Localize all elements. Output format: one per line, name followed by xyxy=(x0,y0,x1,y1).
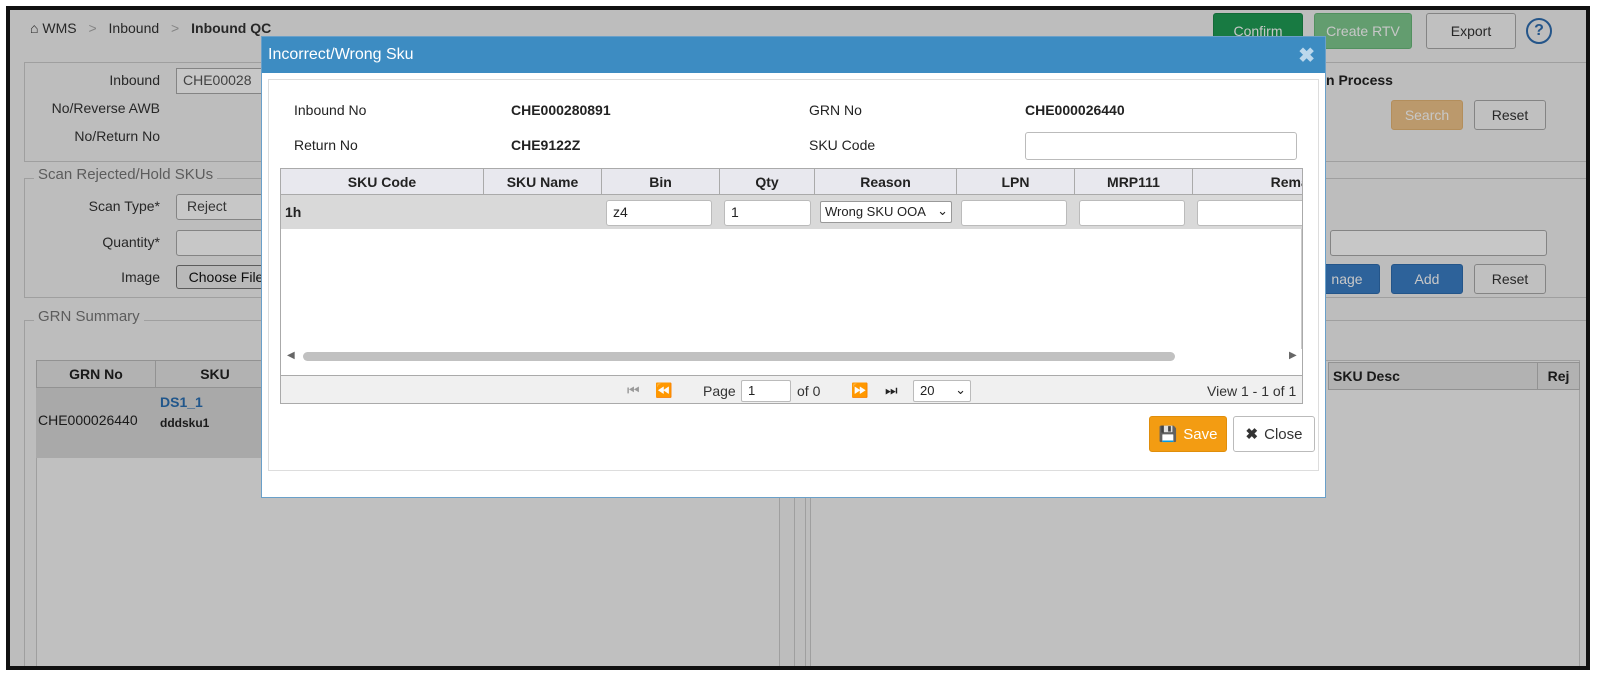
col-bin[interactable]: Bin xyxy=(602,169,720,195)
col-remark[interactable]: Remark xyxy=(1193,169,1302,195)
chevron-down-icon: ⌄ xyxy=(935,203,948,219)
close-label: Close xyxy=(1264,425,1303,443)
close-x-icon: ✖ xyxy=(1245,426,1259,443)
grn-no-value: CHE000026440 xyxy=(1025,102,1125,118)
col-lpn[interactable]: LPN xyxy=(957,169,1075,195)
row-lpn-input[interactable] xyxy=(961,200,1067,226)
first-page-icon[interactable]: ⏮ xyxy=(627,382,640,399)
col-qty[interactable]: Qty xyxy=(720,169,815,195)
horizontal-scrollbar[interactable]: ◀ ▶ xyxy=(281,349,1302,363)
table-row[interactable]: 1h z4 1 Wrong SKU OOA ⌄ xyxy=(281,195,1302,229)
view-count: View 1 - 1 of 1 xyxy=(1207,383,1297,399)
col-mrp[interactable]: MRP111 xyxy=(1075,169,1193,195)
chevron-down-icon: ⌄ xyxy=(955,382,966,397)
scroll-left-icon[interactable]: ◀ xyxy=(287,350,295,361)
app-frame: ⌂ WMS > Inbound > Inbound QC Confirm Cre… xyxy=(6,6,1590,670)
row-remark-input[interactable] xyxy=(1197,200,1302,226)
sku-grid: SKU Code SKU Name Bin Qty Reason LPN MRP… xyxy=(280,168,1303,404)
page-size-select[interactable]: 20 ⌄ xyxy=(913,380,971,402)
save-icon: 💾 xyxy=(1158,426,1178,443)
close-icon[interactable]: ✖ xyxy=(1298,43,1315,68)
last-page-icon[interactable]: ⏭ xyxy=(885,382,898,399)
modal-title: Incorrect/Wrong Sku xyxy=(268,46,414,63)
next-page-icon[interactable]: ⏩ xyxy=(851,382,868,399)
row-bin-input[interactable]: z4 xyxy=(606,200,712,226)
row-mrp-input[interactable] xyxy=(1079,200,1185,226)
row-sku-code: 1h xyxy=(285,204,302,220)
grn-no-label: GRN No xyxy=(809,102,862,118)
row-reason-value: Wrong SKU OOA xyxy=(825,204,926,219)
scroll-right-icon[interactable]: ▶ xyxy=(1289,350,1297,361)
row-qty-input[interactable]: 1 xyxy=(724,200,811,226)
page-size-value: 20 xyxy=(920,383,935,398)
row-reason-select[interactable]: Wrong SKU OOA ⌄ xyxy=(820,201,952,223)
save-label: Save xyxy=(1183,425,1218,443)
vertical-scrollbar[interactable] xyxy=(1301,229,1302,349)
inbound-no-value: CHE000280891 xyxy=(511,102,611,118)
grid-header: SKU Code SKU Name Bin Qty Reason LPN MRP… xyxy=(281,169,1302,195)
page-of-label: of 0 xyxy=(797,383,821,399)
wrong-sku-modal: Incorrect/Wrong Sku ✖ Inbound No CHE0002… xyxy=(261,36,1326,498)
modal-title-bar: Incorrect/Wrong Sku ✖ xyxy=(262,37,1325,73)
save-button[interactable]: 💾 Save xyxy=(1149,416,1227,452)
col-reason[interactable]: Reason xyxy=(815,169,957,195)
page-label: Page xyxy=(703,383,736,399)
sku-code-input[interactable] xyxy=(1025,132,1297,160)
scroll-thumb[interactable] xyxy=(303,352,1175,361)
prev-page-icon[interactable]: ⏪ xyxy=(655,382,672,399)
sku-code-label: SKU Code xyxy=(809,137,876,153)
page-input[interactable]: 1 xyxy=(741,380,791,402)
col-sku-name[interactable]: SKU Name xyxy=(484,169,602,195)
return-no-label: Return No xyxy=(294,137,358,153)
grid-pager: ⏮ ⏪ Page 1 of 0 ⏩ ⏭ 20 ⌄ View 1 - 1 of 1 xyxy=(281,375,1302,403)
modal-body: Inbound No CHE000280891 GRN No CHE000026… xyxy=(268,79,1319,471)
inbound-no-label: Inbound No xyxy=(294,102,367,118)
col-sku-code[interactable]: SKU Code xyxy=(281,169,484,195)
return-no-value: CHE9122Z xyxy=(511,137,581,153)
close-button[interactable]: ✖ Close xyxy=(1233,416,1315,452)
